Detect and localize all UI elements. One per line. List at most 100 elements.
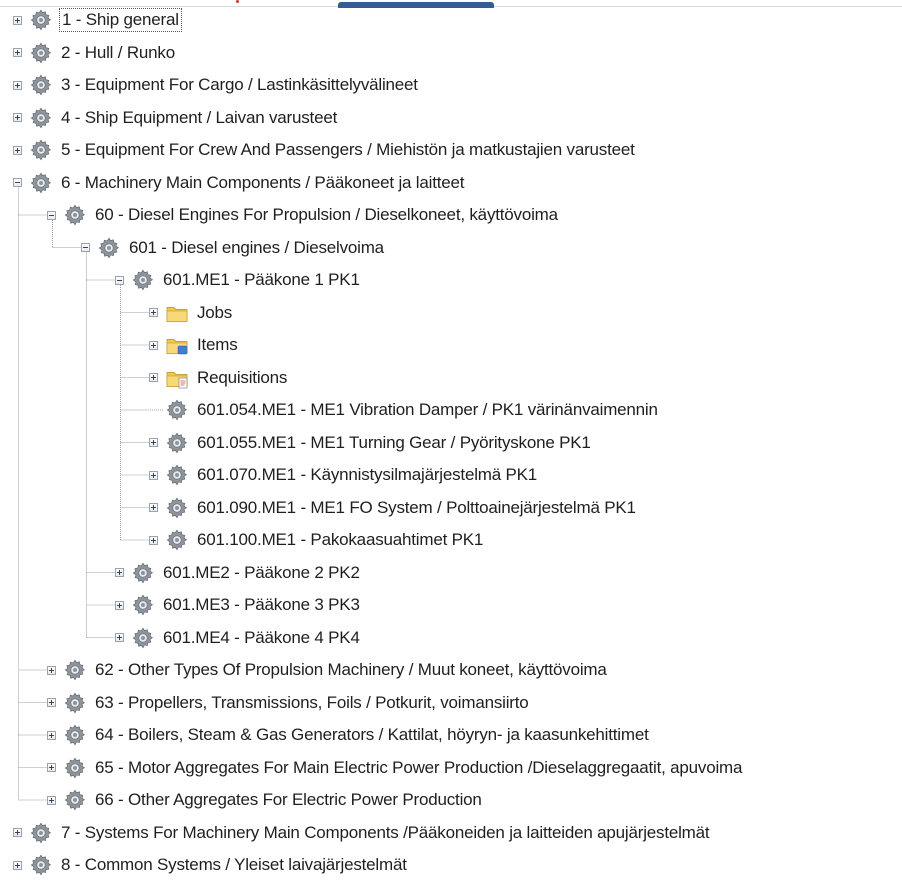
gear-icon <box>30 139 52 161</box>
tree-node-label[interactable]: 3 - Equipment For Cargo / Lastinkäsittel… <box>59 74 420 96</box>
collapse-minus-icon[interactable] <box>115 275 124 285</box>
tree-node[interactable]: Items <box>149 330 240 360</box>
expand-plus-icon[interactable] <box>115 568 124 577</box>
gear-icon <box>166 497 188 518</box>
requisitions-folder-icon <box>166 371 188 388</box>
expand-plus-icon[interactable] <box>149 438 158 447</box>
tree-node-label[interactable]: 1 - Ship general <box>59 8 182 32</box>
tree-node-label[interactable]: 8 - Common Systems / Yleiset laivajärjes… <box>59 854 409 876</box>
tree-node[interactable]: 601.054.ME1 - ME1 Vibration Damper / PK1… <box>149 395 660 425</box>
tree-node-label[interactable]: 2 - Hull / Runko <box>59 42 177 64</box>
tree-node-label[interactable]: 601.100.ME1 - Pakokaasuahtimet PK1 <box>195 529 485 551</box>
items-folder-icon <box>166 339 188 355</box>
expand-plus-icon[interactable] <box>47 730 56 740</box>
jobs-folder-icon <box>166 306 188 322</box>
tree-node[interactable]: 65 - Motor Aggregates For Main Electric … <box>47 753 744 783</box>
expand-plus-icon[interactable] <box>13 48 22 57</box>
tree-node-label[interactable]: 601.ME2 - Pääkone 2 PK2 <box>161 562 362 584</box>
gear-icon <box>98 237 120 258</box>
tree-node[interactable]: 601 - Diesel engines / Dieselvoima <box>81 233 386 263</box>
expand-plus-icon[interactable] <box>47 795 56 805</box>
tree-node-label[interactable]: Items <box>195 334 240 356</box>
tree-node[interactable]: 601.ME4 - Pääkone 4 PK4 <box>115 623 362 653</box>
tree-node[interactable]: Jobs <box>149 298 234 328</box>
expand-plus-icon[interactable] <box>115 633 124 642</box>
tree-node-label[interactable]: 6 - Machinery Main Components / Pääkonee… <box>59 172 466 194</box>
tree-node[interactable]: 64 - Boilers, Steam & Gas Generators / K… <box>47 720 651 750</box>
tree-node-label[interactable]: 601 - Diesel engines / Dieselvoima <box>127 237 386 259</box>
gear-icon <box>30 172 52 193</box>
expand-plus-icon[interactable] <box>149 470 158 480</box>
collapse-minus-icon[interactable] <box>47 210 56 220</box>
tree-node[interactable]: 3 - Equipment For Cargo / Lastinkäsittel… <box>13 70 420 100</box>
tree-node-label[interactable]: 601.ME3 - Pääkone 3 PK3 <box>161 594 362 616</box>
expand-plus-icon[interactable] <box>13 15 22 25</box>
expand-plus-icon[interactable] <box>47 763 56 772</box>
gear-icon <box>30 42 52 63</box>
tree-node[interactable]: Requisitions <box>149 363 289 393</box>
tree-node-label[interactable]: 601.090.ME1 - ME1 FO System / Polttoaine… <box>195 497 638 519</box>
tree-node-label[interactable]: 65 - Motor Aggregates For Main Electric … <box>93 757 744 779</box>
tree-node[interactable]: 601.ME2 - Pääkone 2 PK2 <box>115 558 362 588</box>
tree-node[interactable]: 601.100.ME1 - Pakokaasuahtimet PK1 <box>149 525 485 555</box>
gear-icon <box>64 692 86 713</box>
tree-node-label[interactable]: 601.070.ME1 - Käynnistysilmajärjestelmä … <box>195 464 539 486</box>
gear-icon <box>64 789 86 811</box>
collapse-minus-icon[interactable] <box>81 243 90 252</box>
expand-plus-icon[interactable] <box>115 600 124 610</box>
expand-plus-icon[interactable] <box>149 340 158 350</box>
tree-node[interactable]: 601.090.ME1 - ME1 FO System / Polttoaine… <box>149 493 638 523</box>
gear-icon <box>166 464 188 486</box>
expand-plus-icon[interactable] <box>149 308 158 317</box>
gear-icon <box>166 432 188 453</box>
tree-node[interactable]: 6 - Machinery Main Components / Pääkonee… <box>13 168 466 198</box>
expand-plus-icon[interactable] <box>47 665 56 675</box>
expand-plus-icon[interactable] <box>13 80 22 90</box>
gear-icon <box>64 724 86 746</box>
tree-node-label[interactable]: 601.ME1 - Pääkone 1 PK1 <box>161 269 362 291</box>
tree-node[interactable]: 66 - Other Aggregates For Electric Power… <box>47 785 484 815</box>
tree-node[interactable]: 60 - Diesel Engines For Propulsion / Die… <box>47 200 560 230</box>
tree-node-label[interactable]: Jobs <box>195 302 234 324</box>
tree-node[interactable]: 8 - Common Systems / Yleiset laivajärjes… <box>13 850 409 880</box>
tree-node-label[interactable]: 601.054.ME1 - ME1 Vibration Damper / PK1… <box>195 399 660 421</box>
tree-node-label[interactable]: 64 - Boilers, Steam & Gas Generators / K… <box>93 724 651 746</box>
collapse-minus-icon[interactable] <box>13 178 22 187</box>
gear-icon <box>64 204 86 226</box>
tree-node[interactable]: 601.055.ME1 - ME1 Turning Gear / Pyörity… <box>149 428 593 458</box>
tree-node[interactable]: 62 - Other Types Of Propulsion Machinery… <box>47 655 609 685</box>
expand-plus-icon[interactable] <box>47 698 56 707</box>
tree-node[interactable]: 601.ME1 - Pääkone 1 PK1 <box>115 265 362 295</box>
expand-plus-icon[interactable] <box>13 145 22 155</box>
tree-node-label[interactable]: Requisitions <box>195 367 289 389</box>
expand-plus-icon[interactable] <box>13 828 22 837</box>
tree-node[interactable]: 1 - Ship general <box>13 5 182 35</box>
tree-node[interactable]: 601.ME3 - Pääkone 3 PK3 <box>115 590 362 620</box>
expand-plus-icon[interactable] <box>149 535 158 545</box>
gear-icon <box>30 9 52 31</box>
tree-node-label[interactable]: 4 - Ship Equipment / Laivan varusteet <box>59 107 339 129</box>
tree-view[interactable]: 1 - Ship general 2 - Hull / Runko 3 - Equi… <box>0 0 902 890</box>
tree-node-label[interactable]: 63 - Propellers, Transmissions, Foils / … <box>93 692 531 714</box>
tree-node-label[interactable]: 601.ME4 - Pääkone 4 PK4 <box>161 627 362 649</box>
expand-plus-icon[interactable] <box>13 860 22 870</box>
tree-node[interactable]: 63 - Propellers, Transmissions, Foils / … <box>47 688 531 718</box>
tree-node[interactable]: 4 - Ship Equipment / Laivan varusteet <box>13 103 339 133</box>
gear-icon <box>132 562 154 583</box>
tree-node-label[interactable]: 5 - Equipment For Crew And Passengers / … <box>59 139 637 161</box>
expand-plus-icon[interactable] <box>13 113 22 122</box>
tree-node[interactable]: 2 - Hull / Runko <box>13 38 177 68</box>
expand-plus-icon[interactable] <box>149 373 158 382</box>
tree-node-label[interactable]: 7 - Systems For Machinery Main Component… <box>59 822 711 844</box>
gear-icon <box>30 854 52 876</box>
gear-icon <box>132 627 154 648</box>
tree-node-label[interactable]: 62 - Other Types Of Propulsion Machinery… <box>93 659 609 681</box>
tree-node[interactable]: 7 - Systems For Machinery Main Component… <box>13 818 711 848</box>
gear-icon <box>166 529 188 551</box>
tree-node[interactable]: 5 - Equipment For Crew And Passengers / … <box>13 135 637 165</box>
expand-plus-icon[interactable] <box>149 503 158 512</box>
tree-node-label[interactable]: 66 - Other Aggregates For Electric Power… <box>93 789 484 811</box>
tree-node[interactable]: 601.070.ME1 - Käynnistysilmajärjestelmä … <box>149 460 539 490</box>
tree-node-label[interactable]: 60 - Diesel Engines For Propulsion / Die… <box>93 204 560 226</box>
tree-node-label[interactable]: 601.055.ME1 - ME1 Turning Gear / Pyörity… <box>195 432 593 454</box>
